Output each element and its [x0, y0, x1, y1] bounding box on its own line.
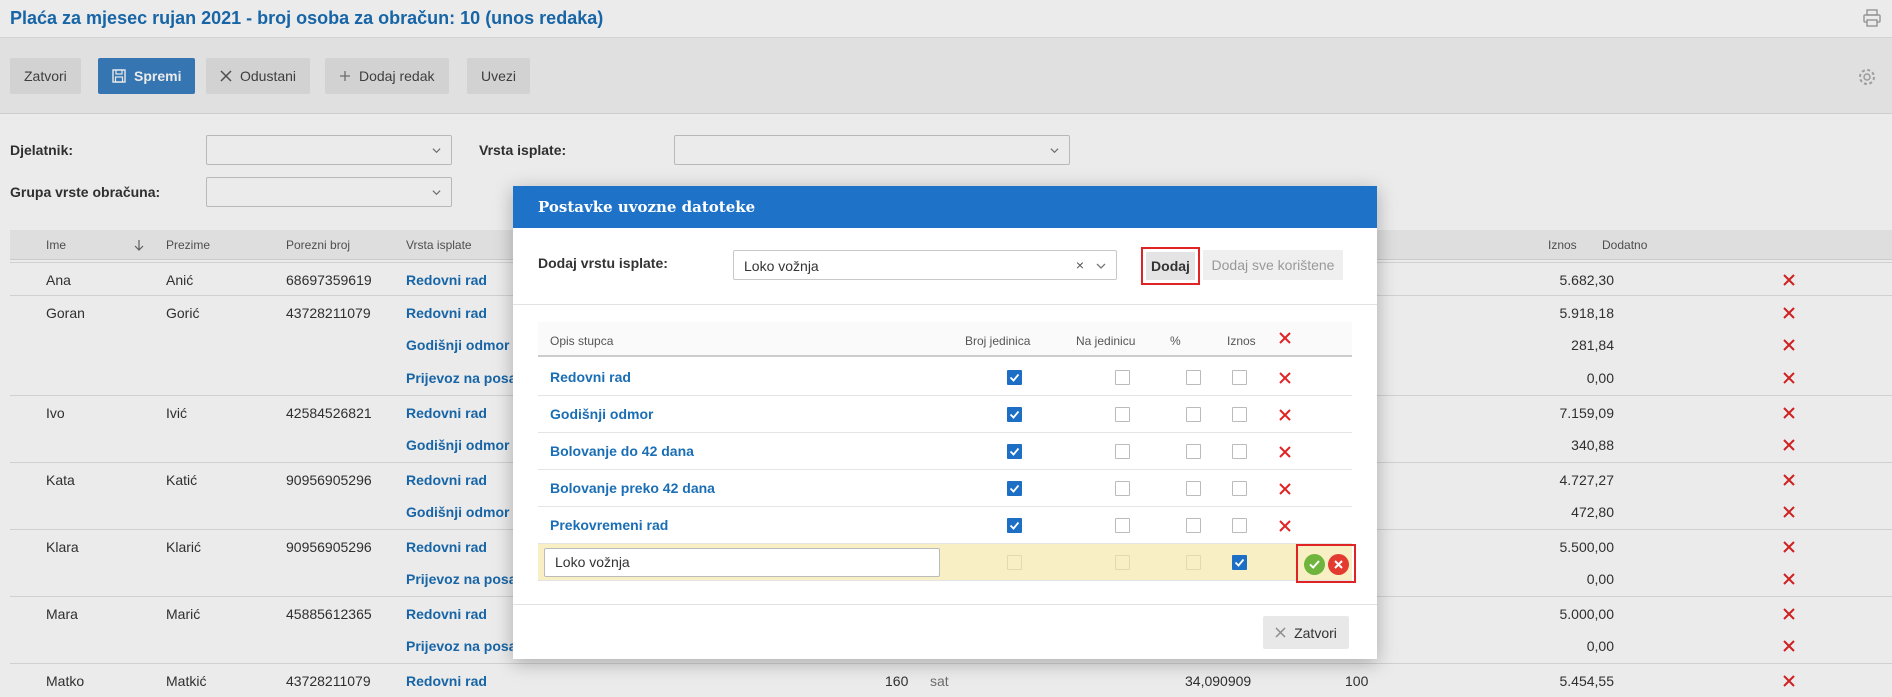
amount-checkbox[interactable]: [1232, 518, 1247, 533]
close-icon: [1334, 560, 1343, 569]
highlight-box: Dodaj: [1141, 247, 1200, 285]
percent-checkbox[interactable]: [1186, 444, 1201, 459]
confirm-button[interactable]: [1304, 554, 1325, 575]
highlight-box: [1296, 544, 1356, 583]
amount-checkbox[interactable]: [1232, 407, 1247, 422]
units-checkbox[interactable]: [1007, 518, 1022, 533]
clear-icon[interactable]: ×: [1076, 257, 1084, 273]
add-button[interactable]: Dodaj: [1146, 252, 1195, 280]
col-percent: %: [1170, 334, 1181, 348]
column-row: Prekovremeni rad: [538, 507, 1352, 544]
column-row: Redovni rad: [538, 359, 1352, 396]
percent-checkbox[interactable]: [1186, 370, 1201, 385]
amount-checkbox[interactable]: [1232, 444, 1247, 459]
col-description: Opis stupca: [550, 334, 614, 348]
payment-type-value: Loko vožnja: [744, 258, 819, 274]
columns-table-header: Opis stupca Broj jedinica Na jedinicu % …: [538, 322, 1352, 357]
per-unit-checkbox-disabled: [1115, 555, 1130, 570]
column-name-input[interactable]: Loko vožnja: [544, 548, 940, 577]
import-settings-dialog: Postavke uvozne datoteke Dodaj vrstu isp…: [513, 186, 1377, 659]
percent-checkbox-disabled: [1186, 555, 1201, 570]
amount-checkbox[interactable]: [1232, 555, 1247, 570]
per-unit-checkbox[interactable]: [1115, 518, 1130, 533]
column-name[interactable]: Redovni rad: [550, 369, 631, 385]
column-row: Godišnji odmor: [538, 396, 1352, 433]
column-name[interactable]: Bolovanje preko 42 dana: [550, 480, 715, 496]
delete-icon[interactable]: [1278, 371, 1292, 385]
col-per-unit: Na jedinicu: [1076, 334, 1136, 348]
chevron-down-icon[interactable]: [1096, 261, 1106, 271]
add-all-used-button[interactable]: Dodaj sve korištene: [1203, 250, 1343, 280]
per-unit-checkbox[interactable]: [1115, 481, 1130, 496]
percent-checkbox[interactable]: [1186, 518, 1201, 533]
add-payment-type-label: Dodaj vrstu isplate:: [538, 255, 668, 271]
delete-icon[interactable]: [1278, 482, 1292, 496]
dialog-header: Postavke uvozne datoteke: [513, 186, 1377, 228]
divider: [513, 304, 1377, 305]
col-units: Broj jedinica: [965, 334, 1031, 348]
units-checkbox[interactable]: [1007, 481, 1022, 496]
column-name[interactable]: Bolovanje do 42 dana: [550, 443, 694, 459]
percent-checkbox[interactable]: [1186, 481, 1201, 496]
column-name[interactable]: Prekovremeni rad: [550, 517, 668, 533]
dialog-title: Postavke uvozne datoteke: [538, 198, 756, 216]
delete-icon[interactable]: [1278, 408, 1292, 422]
units-checkbox[interactable]: [1007, 407, 1022, 422]
delete-icon[interactable]: [1278, 445, 1292, 459]
column-name[interactable]: Godišnji odmor: [550, 406, 653, 422]
payment-type-dropdown[interactable]: Loko vožnja ×: [733, 250, 1117, 280]
dialog-close-button[interactable]: Zatvori: [1263, 616, 1349, 649]
column-row: Bolovanje do 42 dana: [538, 433, 1352, 470]
close-icon: [1275, 627, 1286, 638]
units-checkbox[interactable]: [1007, 444, 1022, 459]
percent-checkbox[interactable]: [1186, 407, 1201, 422]
check-icon: [1309, 560, 1320, 569]
units-checkbox[interactable]: [1007, 370, 1022, 385]
dialog-close-label: Zatvori: [1294, 624, 1337, 641]
column-row: Bolovanje preko 42 dana: [538, 470, 1352, 507]
per-unit-checkbox[interactable]: [1115, 407, 1130, 422]
delete-all-icon[interactable]: [1278, 331, 1292, 345]
per-unit-checkbox[interactable]: [1115, 444, 1130, 459]
col-amount: Iznos: [1227, 334, 1256, 348]
footer-divider: [513, 604, 1377, 605]
units-checkbox-disabled: [1007, 555, 1022, 570]
delete-icon[interactable]: [1278, 519, 1292, 533]
new-column-row: Loko vožnja: [538, 544, 1356, 583]
amount-checkbox[interactable]: [1232, 481, 1247, 496]
per-unit-checkbox[interactable]: [1115, 370, 1130, 385]
amount-checkbox[interactable]: [1232, 370, 1247, 385]
discard-button[interactable]: [1328, 554, 1349, 575]
